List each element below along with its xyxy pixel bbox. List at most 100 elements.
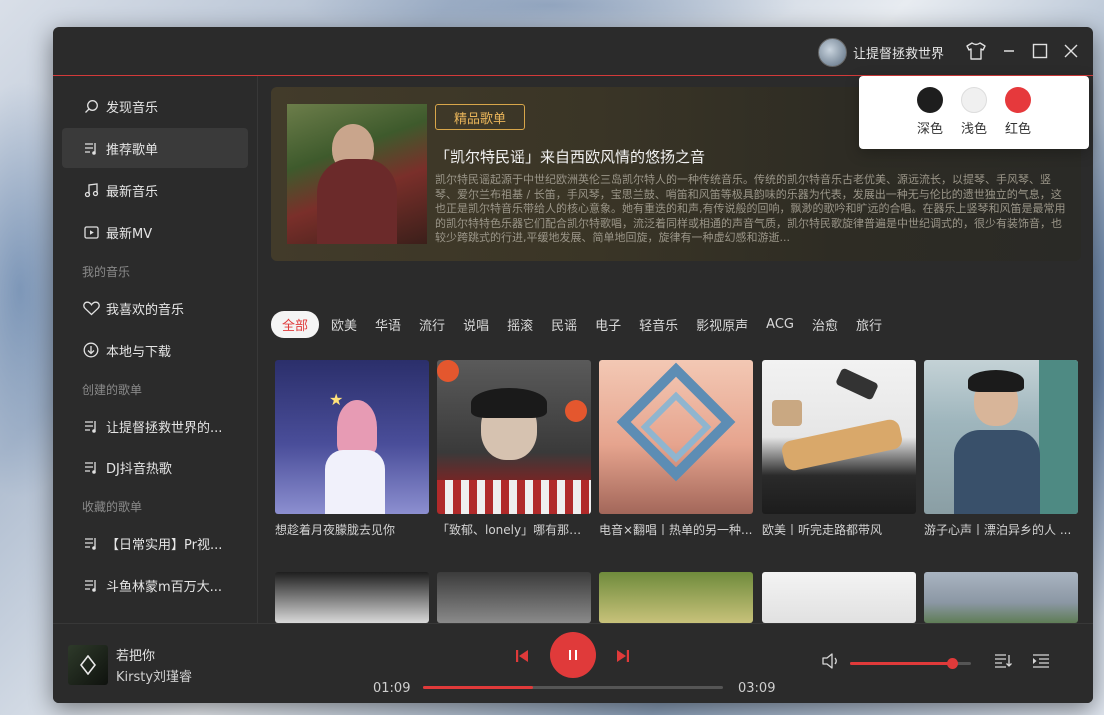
current-time: 01:09 [373,681,411,696]
playlist-cover[interactable] [924,360,1078,514]
main-content: 精品歌单 「凯尔特民谣」来自西欧风情的悠扬之音 凯尔特民谣起源于中世纪欧洲英伦三… [259,76,1093,623]
sidebar-item-label: 我喜欢的音乐 [106,302,185,318]
category-tag[interactable]: 影视原声 [696,315,748,334]
sidebar-item-collected-playlist[interactable]: 斗鱼林蒙m百万大... [62,565,248,605]
playlist-cover[interactable] [437,572,591,623]
section-label-created-playlists: 创建的歌单 [82,383,143,397]
banner-title[interactable]: 「凯尔特民谣」来自西欧风情的悠扬之音 [435,146,705,167]
avatar[interactable] [818,37,847,67]
progress-bar[interactable] [423,686,723,689]
title-bar: 让提督拯救世界 [53,27,1093,76]
playlist-title[interactable]: 「致郁、lonely」哪有那么多... [437,521,591,538]
skin-swatch[interactable] [961,87,987,113]
category-tag[interactable]: 民谣 [551,315,577,334]
playlist-cover[interactable]: ★ [275,360,429,514]
sidebar-item-new-mv[interactable]: 最新MV [62,212,248,252]
progress-fill [423,686,533,689]
category-tag[interactable]: 全部 [271,310,320,338]
playlist-cover[interactable] [437,360,591,514]
playlist-cover[interactable] [599,360,753,514]
heart-icon [82,299,100,317]
sidebar-item-label: 最新音乐 [106,184,159,200]
playlist-cover[interactable] [275,572,429,623]
category-tag[interactable]: 治愈 [812,315,838,334]
sidebar-item-label: 推荐歌单 [106,142,159,158]
sidebar-item-collected-playlist[interactable]: 【日常实用】Pr视... [62,523,248,563]
sidebar-item-new-music[interactable]: 最新音乐 [62,170,248,210]
sidebar-item-label: 【日常实用】Pr视... [106,537,223,553]
category-tag[interactable]: 摇滚 [507,315,533,334]
skin-picker-popup: 深色 浅色 红色 [859,76,1089,149]
now-playing-cover[interactable] [68,645,108,685]
category-tag[interactable]: 欧美 [331,315,357,334]
sidebar-item-discover[interactable]: 发现音乐 [62,86,248,126]
sidebar-item-created-playlist[interactable]: 让提督拯救世界的... [62,406,248,446]
video-icon [82,223,100,241]
playlist-cover[interactable] [599,572,753,623]
category-tag[interactable]: 流行 [419,315,445,334]
previous-track-icon[interactable] [510,644,534,668]
skin-swatch-label[interactable]: 深色 [910,118,950,137]
premium-playlist-badge[interactable]: 精品歌单 [435,104,525,130]
sidebar-item-label: 发现音乐 [106,100,159,116]
skin-swatch-label[interactable]: 红色 [998,118,1038,137]
now-playing-artist[interactable]: Kirsty刘瑾睿 [116,666,192,685]
user-profile[interactable]: 让提督拯救世界 [818,37,944,67]
category-tag[interactable]: ACG [766,317,794,332]
now-playing-title[interactable]: 若把你 [116,645,155,664]
sidebar-item-recommended-playlists[interactable]: 推荐歌单 [62,128,248,168]
playlist-title[interactable]: 欧美丨听完走路都带风 [762,521,916,538]
skin-swatch[interactable] [917,87,943,113]
sidebar-item-local-download[interactable]: 本地与下载 [62,330,248,370]
category-tag[interactable]: 说唱 [463,315,489,334]
skin-icon[interactable] [964,39,988,63]
section-label-collected-playlists: 收藏的歌单 [82,500,143,514]
playlist-icon [82,534,100,552]
playlist-icon [82,576,100,594]
volume-knob[interactable] [946,658,958,669]
category-tag[interactable]: 华语 [375,315,401,334]
sidebar-item-label: DJ抖音热歌 [106,461,172,477]
category-tag[interactable]: 轻音乐 [639,315,678,334]
search-icon [82,97,100,115]
music-note-icon [82,181,100,199]
banner-description: 凯尔特民谣起源于中世纪欧洲英伦三岛凯尔特人的一种传统音乐。传统的凯尔特音乐古老优… [435,173,1066,244]
playlist-queue-icon[interactable] [1029,651,1053,671]
close-icon[interactable] [1059,39,1083,63]
sidebar-item-label: 让提督拯救世界的... [106,420,223,436]
next-track-icon[interactable] [611,644,635,668]
maximize-icon[interactable] [1028,39,1052,63]
playlist-cover[interactable] [924,572,1078,623]
skin-swatch[interactable] [1005,87,1031,113]
volume-icon[interactable] [819,651,843,671]
sidebar: 发现音乐 推荐歌单 最新音乐 最新MV 我的音乐 我喜欢的音乐 本地与下载 创建… [53,76,258,623]
playlist-title[interactable]: 游子心声丨漂泊异乡的人 ... [924,521,1078,538]
sidebar-item-label: 最新MV [106,226,153,242]
download-icon [82,341,100,359]
category-tags: 全部 欧美 华语 流行 说唱 摇滚 民谣 电子 轻音乐 影视原声 ACG 治愈 旅行 [271,310,900,338]
playlist-cover[interactable] [762,572,916,623]
pause-button[interactable] [550,632,596,678]
volume-fill [850,662,952,665]
skin-swatch-label[interactable]: 浅色 [954,118,994,137]
username[interactable]: 让提督拯救世界 [853,43,944,62]
lyrics-icon[interactable] [991,651,1015,671]
playlist-title[interactable]: 电音×翻唱丨热单的另一种... [599,521,753,538]
volume-slider[interactable] [850,658,971,669]
playlist-icon [82,458,100,476]
playlist-cover[interactable] [762,360,916,514]
section-label-my-music: 我的音乐 [82,265,131,279]
sidebar-item-created-playlist[interactable]: DJ抖音热歌 [62,447,248,487]
sidebar-item-label: 本地与下载 [106,344,172,360]
sidebar-item-label: 斗鱼林蒙m百万大... [106,579,223,595]
playlist-icon [82,139,100,157]
banner-cover-image[interactable] [287,104,427,244]
playlist-icon [82,417,100,435]
category-tag[interactable]: 旅行 [856,315,882,334]
minimize-icon[interactable] [997,39,1021,63]
pause-icon [569,650,577,660]
playlist-title[interactable]: 想趁着月夜朦胧去见你 [275,521,429,538]
sidebar-item-liked-music[interactable]: 我喜欢的音乐 [62,288,248,328]
category-tag[interactable]: 电子 [595,315,621,334]
total-time: 03:09 [738,681,776,696]
